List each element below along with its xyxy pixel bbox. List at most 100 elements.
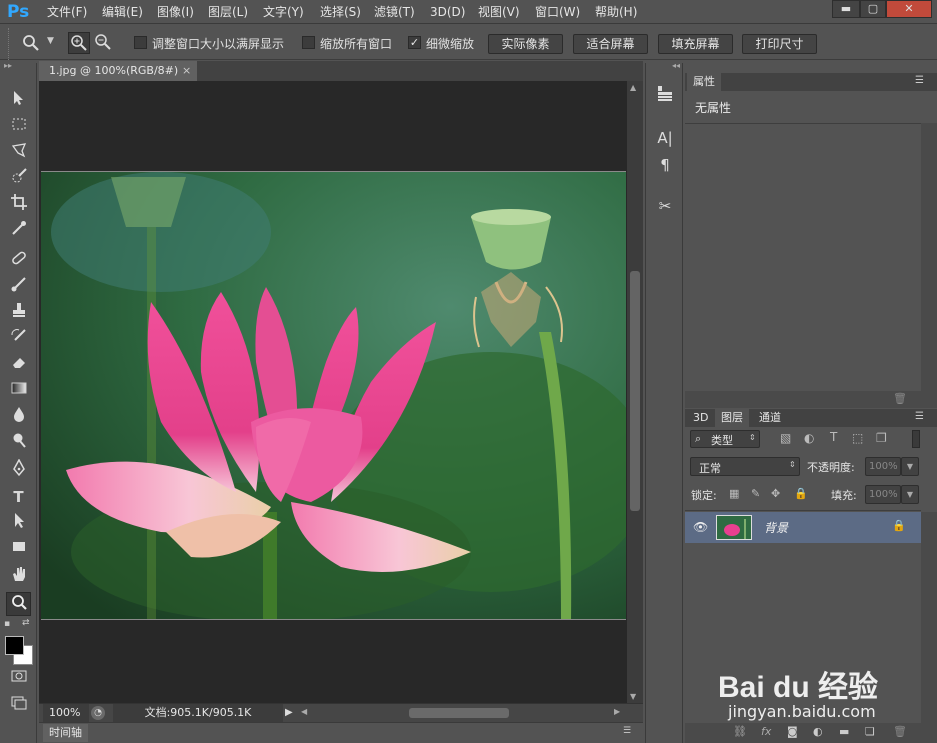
screen-mode-icon[interactable] (6, 694, 31, 718)
filter-kind-dropdown[interactable]: ⌕ 类型 ⇕ (690, 430, 760, 448)
menu-edit[interactable]: 编辑(E) (98, 0, 147, 24)
menu-window[interactable]: 窗口(W) (531, 0, 584, 24)
dock-expand-icon[interactable]: ◂◂ (650, 62, 680, 70)
opacity-input[interactable]: 100% (865, 457, 901, 476)
timeline-tab[interactable]: 时间轴 (43, 724, 88, 742)
marquee-tool-icon[interactable] (6, 115, 31, 139)
path-selection-tool-icon[interactable] (6, 511, 31, 535)
tab-layers[interactable]: 图层 (715, 409, 749, 427)
tab-properties[interactable]: 属性 (687, 73, 721, 91)
delete-layer-icon[interactable]: 🗑 (893, 725, 907, 738)
resize-windows-checkbox[interactable] (134, 36, 147, 49)
add-mask-icon[interactable]: ◙ (787, 725, 798, 738)
layers-scrollbar[interactable] (921, 512, 937, 723)
blur-tool-icon[interactable] (6, 405, 31, 429)
history-panel-icon[interactable] (654, 83, 676, 105)
new-layer-icon[interactable]: ❏ (865, 725, 875, 738)
scroll-right-icon[interactable]: ▶ (614, 707, 620, 716)
gradient-tool-icon[interactable] (6, 379, 31, 403)
opacity-dropdown-icon[interactable]: ▼ (901, 457, 919, 476)
menu-filter[interactable]: 滤镜(T) (370, 0, 419, 24)
properties-trash-icon[interactable]: 🗑 (893, 392, 907, 405)
blend-mode-dropdown[interactable]: 正常 ⇕ (690, 457, 800, 476)
scrubby-zoom-checkbox[interactable]: ✓ (408, 36, 421, 49)
minimize-button[interactable]: ▬ (832, 0, 860, 18)
quick-selection-tool-icon[interactable] (6, 167, 31, 191)
print-size-button[interactable]: 打印尺寸 (742, 34, 817, 54)
options-grip[interactable] (8, 28, 12, 60)
menu-type[interactable]: 文字(Y) (259, 0, 308, 24)
actual-pixels-button[interactable]: 实际像素 (488, 34, 563, 54)
default-colors-icon[interactable]: ▪ (4, 619, 14, 629)
vertical-scrollbar[interactable]: ▲ ▼ (627, 81, 643, 703)
tab-3d[interactable]: 3D (687, 409, 714, 427)
pen-tool-icon[interactable] (6, 458, 31, 483)
dodge-tool-icon[interactable] (6, 431, 31, 455)
status-menu-arrow-icon[interactable]: ▶ (285, 707, 293, 718)
tool-presets-icon[interactable]: ✂ (654, 195, 676, 217)
link-layers-icon[interactable]: ⛓ (733, 725, 747, 738)
timeline-panel[interactable]: 时间轴 ☰ (39, 722, 643, 743)
properties-scrollbar[interactable] (921, 123, 937, 391)
menu-3d[interactable]: 3D(D) (426, 0, 469, 24)
properties-menu-icon[interactable]: ☰ (915, 75, 924, 86)
filter-shape-icon[interactable]: ⬚ (852, 431, 863, 445)
zoom-tool-preset-icon[interactable] (20, 32, 42, 54)
fill-dropdown-icon[interactable]: ▼ (901, 485, 919, 504)
lock-transparent-icon[interactable]: ▦ (729, 487, 739, 500)
swap-colors-icon[interactable]: ⇄ (22, 618, 32, 628)
menu-view[interactable]: 视图(V) (474, 0, 524, 24)
horizontal-scroll-thumb[interactable] (409, 708, 509, 718)
scroll-left-icon[interactable]: ◀ (301, 707, 307, 716)
lock-image-icon[interactable]: ✎ (751, 487, 760, 500)
tab-channels[interactable]: 通道 (753, 409, 787, 427)
rectangle-tool-icon[interactable] (6, 537, 31, 561)
menu-help[interactable]: 帮助(H) (591, 0, 641, 24)
quick-mask-icon[interactable] (6, 667, 31, 691)
fill-input[interactable]: 100% (865, 485, 901, 504)
filter-pixel-icon[interactable]: ▧ (780, 431, 791, 445)
paragraph-panel-icon[interactable]: ¶ (654, 154, 676, 176)
scroll-down-icon[interactable]: ▼ (630, 692, 636, 701)
fit-screen-button[interactable]: 适合屏幕 (573, 34, 648, 54)
zoom-tool-icon[interactable] (6, 592, 31, 616)
menu-image[interactable]: 图像(I) (153, 0, 198, 24)
vertical-scroll-thumb[interactable] (630, 271, 640, 511)
layer-row[interactable]: 👁 背景 🔒 (685, 512, 921, 543)
layers-menu-icon[interactable]: ☰ (915, 411, 924, 422)
clone-stamp-tool-icon[interactable] (6, 301, 31, 325)
filter-type-icon[interactable]: T (830, 430, 837, 444)
layer-name[interactable]: 背景 (764, 519, 788, 536)
zoom-out-icon[interactable] (92, 32, 114, 54)
lasso-tool-icon[interactable] (6, 141, 31, 165)
lock-position-icon[interactable]: ✥ (771, 487, 780, 500)
lock-all-icon[interactable]: 🔒 (794, 487, 808, 500)
close-document-icon[interactable]: × (182, 61, 191, 81)
character-panel-icon[interactable]: A| (654, 127, 676, 149)
filter-toggle-switch[interactable] (912, 430, 920, 448)
fill-screen-button[interactable]: 填充屏幕 (658, 34, 733, 54)
zoom-all-windows-checkbox[interactable] (302, 36, 315, 49)
filter-smart-object-icon[interactable]: ❐ (876, 431, 887, 445)
lotus-image[interactable] (41, 171, 626, 620)
new-adjustment-icon[interactable]: ◐ (813, 725, 823, 738)
hand-tool-icon[interactable] (6, 565, 31, 589)
type-tool-icon[interactable]: T (6, 485, 31, 509)
zoom-level[interactable]: 100% (43, 704, 89, 722)
status-info-icon[interactable]: ◔ (91, 706, 105, 720)
close-window-button[interactable]: ✕ (886, 0, 932, 18)
tools-collapse-icon[interactable]: ▸▸ (4, 62, 32, 70)
menu-select[interactable]: 选择(S) (316, 0, 365, 24)
foreground-color-swatch[interactable] (5, 636, 24, 655)
layer-style-icon[interactable]: fx (761, 725, 771, 738)
preset-dropdown-arrow-icon[interactable]: ▼ (47, 36, 54, 46)
brush-tool-icon[interactable] (6, 275, 31, 299)
history-brush-tool-icon[interactable] (6, 327, 31, 351)
document-tab[interactable]: 1.jpg @ 100%(RGB/8#) × (39, 61, 197, 81)
eraser-tool-icon[interactable] (6, 353, 31, 377)
new-group-icon[interactable]: ▬ (839, 725, 849, 738)
layer-visibility-eye-icon[interactable]: 👁 (693, 520, 708, 534)
maximize-button[interactable]: ▢ (860, 0, 886, 18)
eyedropper-tool-icon[interactable] (6, 219, 31, 243)
filter-adjustment-icon[interactable]: ◐ (804, 431, 814, 445)
